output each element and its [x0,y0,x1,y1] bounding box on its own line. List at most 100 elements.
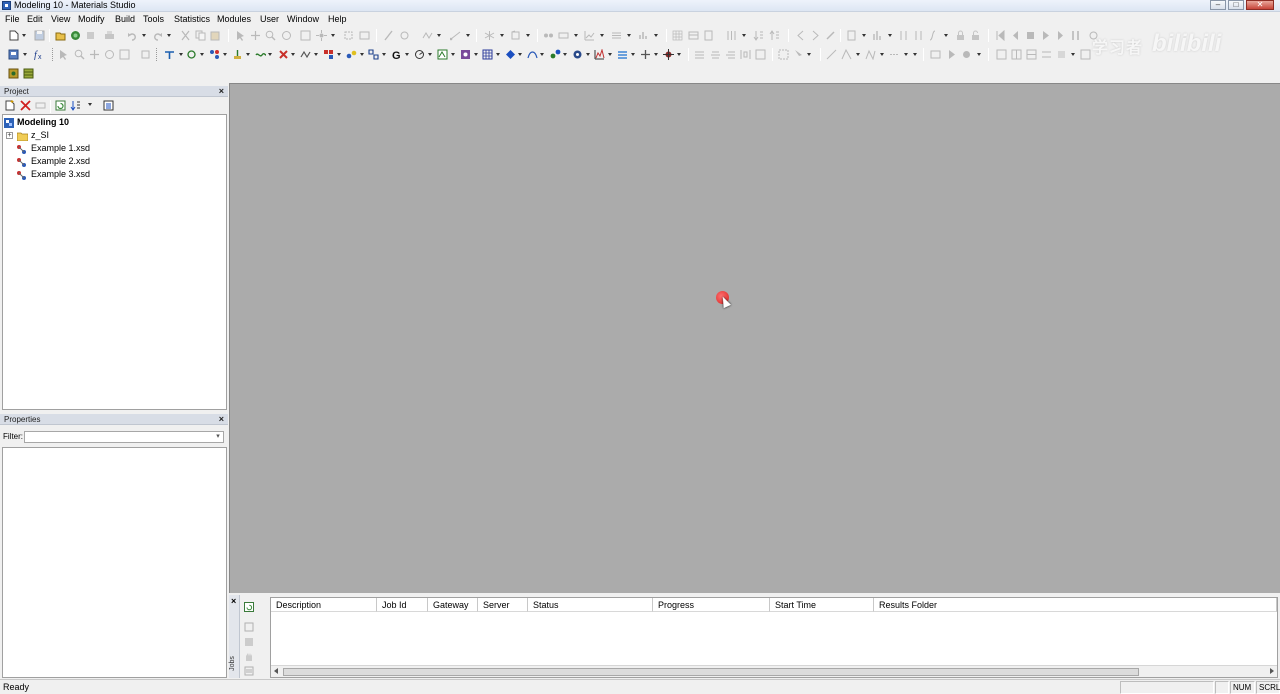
menu-user[interactable]: User [259,13,280,25]
visualizer-icon[interactable] [414,49,425,60]
module-study-table-icon[interactable] [23,68,34,79]
menu-edit[interactable]: Edit [26,13,44,25]
stop-icon[interactable] [1025,30,1036,41]
move-right-icon[interactable] [810,30,821,41]
angle-tool-icon[interactable] [841,48,852,60]
grid-icon[interactable] [672,30,683,41]
sketch-atom-icon[interactable] [164,49,175,60]
crystal-icon[interactable] [209,49,220,60]
menu-file[interactable]: File [4,13,21,25]
amorphous-cell-icon[interactable] [550,49,561,60]
nanostructure-dropdown-icon[interactable] [360,53,364,56]
sorption-icon[interactable] [572,49,583,60]
bond-tool-icon[interactable] [826,49,837,60]
cell-merge-icon[interactable] [1026,49,1037,60]
script-function-icon[interactable]: fx [34,49,45,61]
column-server[interactable]: Server [478,598,528,612]
dl-poly-dropdown-icon[interactable] [451,53,455,56]
previous-frame-icon[interactable] [1010,30,1021,41]
selection-icon[interactable] [778,49,789,60]
magnify-icon[interactable] [74,49,85,60]
lock-icon[interactable] [955,30,966,41]
clean-icon[interactable] [255,49,267,60]
tree-file[interactable]: Example 2.xsd [16,155,106,168]
first-frame-icon[interactable] [995,29,1006,42]
sort-asc-icon[interactable] [753,30,764,41]
cell-format-icon[interactable] [1056,49,1067,60]
build-bonds-dropdown-icon[interactable] [291,53,295,56]
columns-dropdown-icon[interactable] [742,34,746,37]
rotate-icon[interactable] [281,30,292,41]
print-icon[interactable] [104,30,115,41]
morphology-icon[interactable] [617,49,628,60]
label-dropdown-icon[interactable] [574,34,578,37]
add-hydrogen-icon[interactable] [232,49,243,60]
new-document-icon[interactable] [8,30,19,41]
tree-expand-icon[interactable]: + [6,132,13,139]
symmetry-dropdown-icon[interactable] [500,34,504,37]
move-left-icon[interactable] [795,30,806,41]
undo-dropdown-icon[interactable] [142,34,146,37]
cell-format-dropdown-icon[interactable] [1071,53,1075,56]
sort-desc-icon[interactable] [769,30,780,41]
distance-tool-dropdown-icon[interactable] [904,53,908,56]
scrollbar-thumb[interactable] [283,668,1139,676]
unlock-icon[interactable] [970,30,981,41]
column-gateway[interactable]: Gateway [428,598,478,612]
redo-dropdown-icon[interactable] [167,34,171,37]
translate-icon[interactable] [250,30,261,41]
center-dropdown-icon[interactable] [331,34,335,37]
fit-screen-icon[interactable] [119,49,130,60]
center-icon[interactable] [316,30,327,41]
tree-file[interactable]: Example 3.xsd [16,168,106,181]
adsorption-locator-icon[interactable] [663,49,674,60]
zoom-icon[interactable] [265,30,276,41]
selection-mode-dropdown-icon[interactable] [807,53,811,56]
cell-split-icon[interactable] [1011,49,1022,60]
torsion-tool-icon[interactable] [865,49,876,61]
qmera-dropdown-icon[interactable] [654,53,658,56]
amorphous-cell-dropdown-icon[interactable] [563,53,567,56]
scroll-right-icon[interactable] [1270,668,1274,674]
jobs-stop-icon[interactable] [244,622,254,632]
tree-folder[interactable]: + z_SI [6,129,66,142]
module-material-icon[interactable] [8,68,19,79]
build-polymer-dropdown-icon[interactable] [314,53,318,56]
project-panel-close-button[interactable]: × [219,86,224,96]
filter-combobox[interactable] [24,431,224,443]
new-dropdown-icon[interactable] [22,34,26,37]
import-icon[interactable] [70,30,81,41]
bar-chart-dropdown-icon[interactable] [888,34,892,37]
jobs-horizontal-scrollbar[interactable] [271,665,1277,677]
export-icon[interactable] [85,30,96,41]
close-button[interactable]: ✕ [1246,0,1274,10]
menu-modify[interactable]: Modify [77,13,106,25]
castep-icon[interactable] [482,49,493,60]
scroll-left-icon[interactable] [274,668,278,674]
document-workspace[interactable] [229,83,1280,593]
dmol3-icon[interactable] [460,49,471,60]
graph-icon[interactable] [584,30,595,41]
qmera-icon[interactable] [640,49,651,60]
document-dropdown-icon[interactable] [23,53,27,56]
dmol3-dropdown-icon[interactable] [474,53,478,56]
morphology-dropdown-icon[interactable] [631,53,635,56]
pointer-icon[interactable] [58,49,69,60]
properties-dropdown-icon[interactable] [862,34,866,37]
align-center-icon[interactable] [710,49,721,60]
add-hydrogen-dropdown-icon[interactable] [246,53,250,56]
movie-icon[interactable] [930,49,941,60]
draw-bond-icon[interactable] [383,30,394,41]
new-folder-icon[interactable] [4,100,15,111]
properties-panel-close-button[interactable]: × [219,414,224,424]
angle-tool-dropdown-icon[interactable] [856,53,860,56]
lattice-dropdown-icon[interactable] [526,34,530,37]
mesocite-dropdown-icon[interactable] [540,53,544,56]
jobs-log-icon[interactable] [244,666,254,676]
menu-modules[interactable]: Modules [216,13,252,25]
reset-view-icon[interactable] [343,30,354,41]
jobs-panel-close-button[interactable]: × [231,596,236,606]
column-start-time[interactable]: Start Time [770,598,874,612]
jobs-pause-icon[interactable] [244,637,254,647]
nanostructure-icon[interactable] [346,49,357,60]
